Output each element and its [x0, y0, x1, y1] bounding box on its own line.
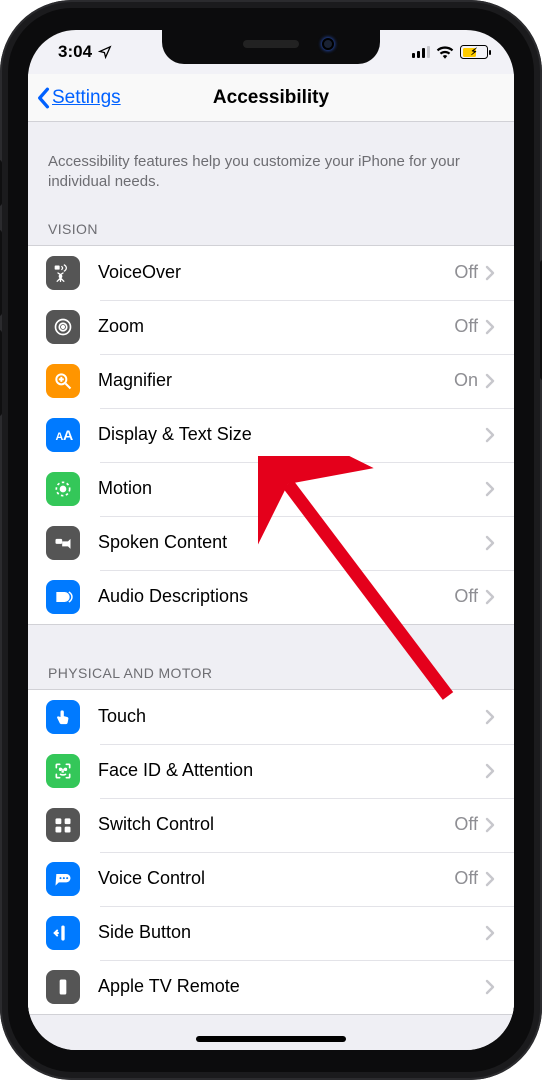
section-header-physical: PHYSICAL AND MOTOR	[28, 647, 514, 689]
chevron-right-icon	[484, 871, 496, 887]
row-label: VoiceOver	[98, 262, 454, 283]
row-value: On	[454, 370, 478, 391]
row-label: Spoken Content	[98, 532, 484, 553]
zoom-icon	[46, 310, 80, 344]
audio-descriptions-icon	[46, 580, 80, 614]
row-label: Switch Control	[98, 814, 454, 835]
row-label: Face ID & Attention	[98, 760, 484, 781]
row-voiceover[interactable]: VoiceOver Off	[28, 246, 514, 300]
chevron-right-icon	[484, 535, 496, 551]
row-touch[interactable]: Touch	[28, 690, 514, 744]
row-magnifier[interactable]: Magnifier On	[28, 354, 514, 408]
row-label: Side Button	[98, 922, 484, 943]
row-value: Off	[454, 814, 478, 835]
row-value: Off	[454, 586, 478, 607]
chevron-right-icon	[484, 763, 496, 779]
chevron-right-icon	[484, 817, 496, 833]
page-title: Accessibility	[28, 74, 514, 121]
section-header-vision: VISION	[28, 203, 514, 245]
chevron-right-icon	[484, 481, 496, 497]
battery-icon: ⚡︎	[460, 45, 488, 59]
faceid-icon	[46, 754, 80, 788]
row-value: Off	[454, 262, 478, 283]
screen: 3:04 ⚡︎ Settings Accessibility	[28, 30, 514, 1050]
row-value: Off	[454, 868, 478, 889]
row-motion[interactable]: Motion	[28, 462, 514, 516]
row-spoken-content[interactable]: Spoken Content	[28, 516, 514, 570]
row-label: Apple TV Remote	[98, 976, 484, 997]
row-label: Display & Text Size	[98, 424, 484, 445]
row-apple-tv-remote[interactable]: Apple TV Remote	[28, 960, 514, 1014]
section-note: Accessibility features help you customiz…	[28, 122, 514, 203]
spoken-content-icon	[46, 526, 80, 560]
content-scroll[interactable]: Accessibility features help you customiz…	[28, 122, 514, 1050]
home-indicator[interactable]	[196, 1036, 346, 1042]
magnifier-icon	[46, 364, 80, 398]
chevron-right-icon	[484, 319, 496, 335]
wifi-icon	[436, 45, 454, 59]
row-label: Touch	[98, 706, 484, 727]
row-label: Audio Descriptions	[98, 586, 454, 607]
chevron-right-icon	[484, 925, 496, 941]
motion-icon	[46, 472, 80, 506]
svg-text:A: A	[63, 428, 73, 444]
group-physical: Touch Face ID & Attention Switch Control…	[28, 689, 514, 1015]
row-voice-control[interactable]: Voice Control Off	[28, 852, 514, 906]
voiceover-icon	[46, 256, 80, 290]
text-size-icon: AA	[46, 418, 80, 452]
chevron-right-icon	[484, 979, 496, 995]
row-audio-descriptions[interactable]: Audio Descriptions Off	[28, 570, 514, 624]
switch-control-icon	[46, 808, 80, 842]
chevron-right-icon	[484, 427, 496, 443]
row-display-text-size[interactable]: AA Display & Text Size	[28, 408, 514, 462]
nav-bar: Settings Accessibility	[28, 74, 514, 122]
row-label: Magnifier	[98, 370, 454, 391]
chevron-right-icon	[484, 373, 496, 389]
chevron-right-icon	[484, 589, 496, 605]
tv-remote-icon	[46, 970, 80, 1004]
location-icon	[98, 45, 112, 59]
chevron-right-icon	[484, 265, 496, 281]
touch-icon	[46, 700, 80, 734]
row-label: Motion	[98, 478, 484, 499]
group-vision: VoiceOver Off Zoom Off Magnifier On AA D…	[28, 245, 514, 625]
row-label: Voice Control	[98, 868, 454, 889]
side-button-icon	[46, 916, 80, 950]
chevron-right-icon	[484, 709, 496, 725]
row-zoom[interactable]: Zoom Off	[28, 300, 514, 354]
voice-control-icon	[46, 862, 80, 896]
cell-signal-icon	[412, 46, 430, 58]
row-switch-control[interactable]: Switch Control Off	[28, 798, 514, 852]
row-value: Off	[454, 316, 478, 337]
row-side-button[interactable]: Side Button	[28, 906, 514, 960]
status-time: 3:04	[58, 42, 92, 62]
row-faceid-attention[interactable]: Face ID & Attention	[28, 744, 514, 798]
row-label: Zoom	[98, 316, 454, 337]
